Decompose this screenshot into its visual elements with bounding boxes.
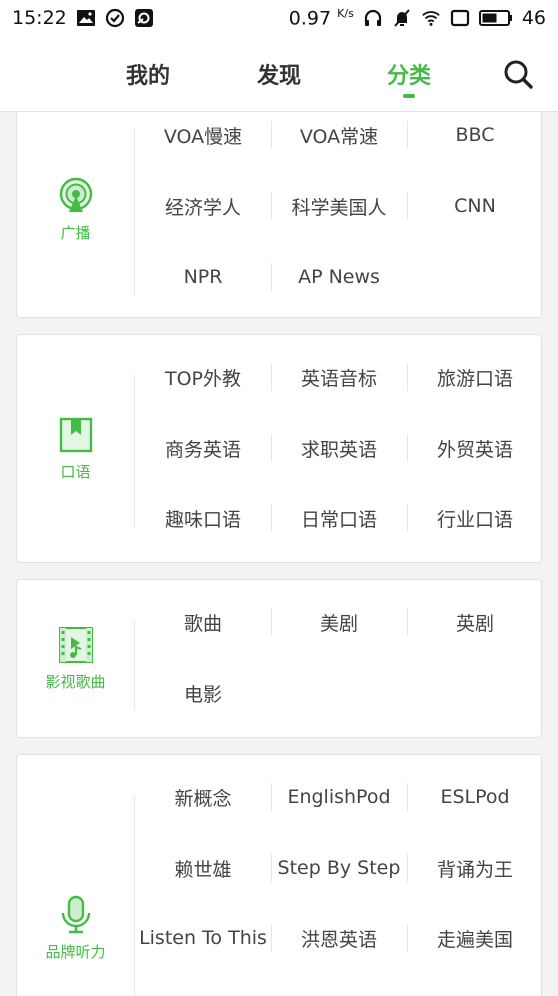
item-separator bbox=[407, 434, 408, 462]
category-item[interactable]: 歌曲 bbox=[135, 602, 271, 642]
category-item[interactable]: 英剧 bbox=[407, 602, 543, 642]
category-item[interactable]: 行业口语 bbox=[407, 498, 543, 538]
item-separator bbox=[271, 924, 272, 952]
category-header[interactable]: 广播 bbox=[17, 112, 134, 317]
category-card-film-music: 影视歌曲 歌曲 美剧 英剧 电影 bbox=[16, 579, 542, 738]
microphone-icon bbox=[56, 895, 96, 935]
category-item[interactable]: AP News bbox=[271, 257, 407, 297]
item-separator bbox=[271, 121, 272, 149]
item-separator bbox=[407, 608, 408, 636]
category-item[interactable]: BBC bbox=[407, 115, 543, 155]
item-separator bbox=[407, 121, 408, 149]
item-separator bbox=[271, 192, 272, 220]
headphones-icon bbox=[363, 8, 383, 28]
tab-label: 分类 bbox=[386, 64, 432, 89]
bookmark-icon bbox=[56, 415, 96, 455]
wifi-icon bbox=[421, 8, 441, 28]
category-header[interactable]: 品牌听力 bbox=[17, 895, 134, 962]
category-item[interactable]: 外贸英语 bbox=[407, 428, 543, 468]
net-speed: 0.97 bbox=[288, 7, 332, 30]
tab-label: 发现 bbox=[256, 64, 302, 89]
status-bar: 15:22 0.97 K/s 46 bbox=[0, 0, 558, 36]
item-separator bbox=[271, 504, 272, 532]
category-item[interactable]: Step By Step bbox=[271, 848, 407, 888]
battery-level: 46 bbox=[521, 6, 546, 29]
category-item[interactable]: 英语音标 bbox=[271, 357, 407, 397]
screen-icon bbox=[450, 8, 470, 28]
category-label: 品牌听力 bbox=[45, 943, 106, 961]
category-item[interactable]: ESLPod bbox=[407, 777, 543, 817]
item-separator bbox=[407, 192, 408, 220]
category-item[interactable]: 商务英语 bbox=[135, 428, 271, 468]
category-list[interactable]: 广播 VOA慢速 VOA常速 BBC 经济学人 科学美国人 CNN NPR AP… bbox=[0, 112, 558, 996]
film-music-icon bbox=[56, 625, 96, 665]
category-item[interactable]: 趣味口语 bbox=[135, 498, 271, 538]
image-notification-icon bbox=[76, 8, 96, 28]
category-label: 影视歌曲 bbox=[45, 673, 106, 691]
tab-category[interactable]: 分类 bbox=[386, 58, 432, 98]
mute-bell-icon bbox=[392, 8, 412, 28]
category-item[interactable]: TOP外教 bbox=[135, 357, 271, 397]
tab-discover[interactable]: 发现 bbox=[257, 58, 301, 90]
category-label: 口语 bbox=[60, 463, 91, 481]
category-item[interactable]: VOA慢速 bbox=[135, 115, 271, 155]
radio-broadcast-icon bbox=[56, 176, 96, 216]
net-speed-unit: K/s bbox=[337, 6, 354, 20]
item-separator bbox=[271, 263, 272, 291]
item-separator bbox=[407, 363, 408, 391]
status-time: 15:22 bbox=[12, 7, 67, 29]
item-separator bbox=[271, 854, 272, 882]
top-nav: 我的 发现 分类 bbox=[0, 36, 558, 112]
category-label: 广播 bbox=[60, 223, 91, 242]
category-card-broadcast: 广播 VOA慢速 VOA常速 BBC 经济学人 科学美国人 CNN NPR AP… bbox=[16, 112, 542, 318]
category-item[interactable]: 经济学人 bbox=[135, 186, 271, 226]
item-separator bbox=[271, 783, 272, 811]
category-header[interactable]: 影视歌曲 bbox=[17, 580, 134, 737]
category-item[interactable]: 背诵为王 bbox=[407, 848, 543, 888]
category-item[interactable]: NPR bbox=[135, 257, 271, 297]
app-notification-icon bbox=[134, 8, 154, 28]
category-item[interactable]: 走遍美国 bbox=[407, 918, 543, 958]
item-separator bbox=[407, 924, 408, 952]
item-separator bbox=[407, 854, 408, 882]
search-icon bbox=[504, 60, 533, 89]
item-separator bbox=[407, 783, 408, 811]
category-item[interactable]: 求职英语 bbox=[271, 428, 407, 468]
category-item[interactable]: EnglishPod bbox=[271, 777, 407, 817]
item-separator bbox=[271, 434, 272, 462]
category-card-speaking: 口语 TOP外教 英语音标 旅游口语 商务英语 求职英语 外贸英语 趣味口语 日… bbox=[16, 334, 542, 563]
category-item[interactable]: Listen To This bbox=[133, 918, 273, 958]
search-button[interactable] bbox=[500, 56, 536, 92]
active-tab-indicator bbox=[402, 94, 415, 98]
category-item[interactable]: 电影 bbox=[135, 673, 271, 713]
category-item[interactable]: 科学美国人 bbox=[271, 186, 407, 226]
tab-mine[interactable]: 我的 bbox=[126, 58, 170, 90]
category-item[interactable]: 旅游口语 bbox=[407, 357, 543, 397]
category-item[interactable]: 洪恩英语 bbox=[271, 918, 407, 958]
item-separator bbox=[407, 504, 408, 532]
category-item[interactable]: VOA常速 bbox=[271, 115, 407, 155]
category-card-brand-listening: 品牌听力 新概念 EnglishPod ESLPod 赖世雄 Step By S… bbox=[16, 754, 542, 996]
category-header[interactable]: 口语 bbox=[17, 335, 134, 562]
category-item[interactable]: 日常口语 bbox=[271, 498, 407, 538]
item-separator bbox=[271, 608, 272, 636]
battery-icon bbox=[478, 8, 513, 28]
category-item[interactable]: 美剧 bbox=[271, 602, 407, 642]
category-item[interactable]: 新概念 bbox=[135, 777, 271, 817]
category-item[interactable]: 赖世雄 bbox=[135, 848, 271, 888]
category-item[interactable]: CNN bbox=[407, 186, 543, 226]
check-circle-icon bbox=[105, 8, 125, 28]
item-separator bbox=[271, 363, 272, 391]
tab-label: 我的 bbox=[125, 64, 171, 89]
